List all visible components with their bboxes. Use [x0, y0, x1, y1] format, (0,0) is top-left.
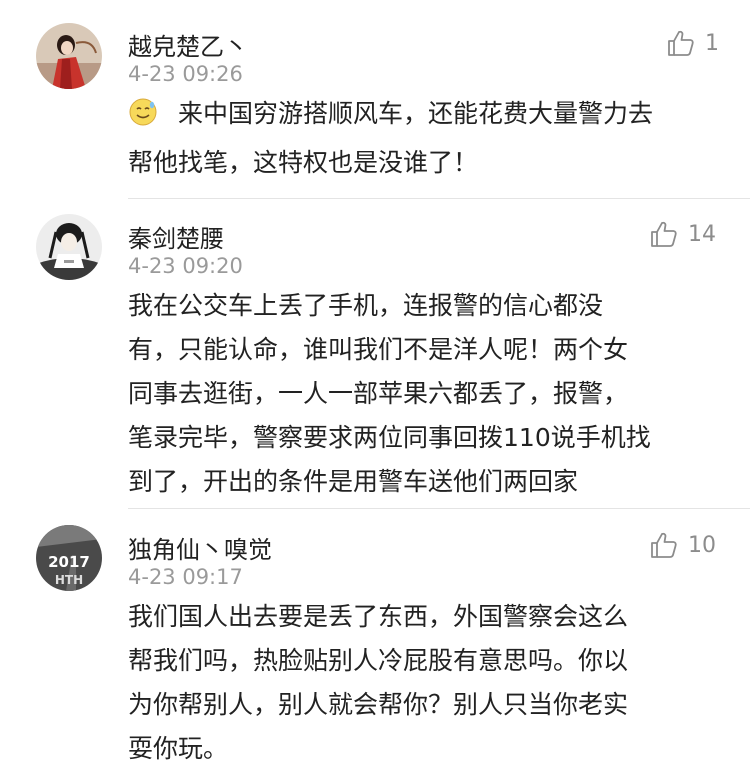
comment-line: 为你帮别人，别人就会帮你？别人只当你老实 [128, 690, 629, 719]
username[interactable]: 独角仙丶嗅觉 [128, 530, 272, 565]
comment-item: 2017 HTH 独角仙丶嗅觉 4-23 09:17 10 我们国人出去要是丢了… [0, 508, 750, 774]
comment-line: 到了，开出的条件是用警车送他们两回家 [128, 467, 579, 496]
like-button[interactable]: 1 [667, 29, 719, 57]
timestamp: 4-23 09:26 [128, 62, 243, 86]
comment-text: 来中国穷游搭顺风车，还能花费大量警力去 帮他找笔，这特权也是没谁了！ [128, 92, 728, 185]
thumbs-up-icon [651, 221, 677, 247]
like-button[interactable]: 14 [650, 220, 716, 248]
comment-line: 我们国人出去要是丢了东西，外国警察会这么 [128, 602, 629, 631]
like-count: 10 [688, 532, 716, 558]
comment-line: 同事去逛街，一人一部苹果六都丢了，报警， [128, 379, 629, 408]
like-count: 1 [705, 30, 719, 56]
like-button[interactable]: 10 [650, 531, 716, 559]
timestamp: 4-23 09:20 [128, 254, 243, 278]
avatar[interactable] [36, 214, 102, 280]
comment-text: 我们国人出去要是丢了东西，外国警察会这么 帮我们吗，热脸贴别人冷屁股有意思吗。你… [128, 595, 728, 771]
comment-line: 我在公交车上丢了手机，连报警的信心都没 [128, 291, 604, 320]
comment-line-text: 来中国穷游搭顺风车，还能花费大量警力去 [178, 99, 654, 128]
comment-text: 我在公交车上丢了手机，连报警的信心都没 有，只能认命，谁叫我们不是洋人呢！两个女… [128, 284, 728, 504]
username[interactable]: 越皃楚乙丶 [128, 27, 248, 62]
thumbs-up-icon [651, 532, 677, 558]
thumbs-up-icon [668, 30, 694, 56]
avatar-text: 2017 [48, 553, 90, 571]
comment-item: 越皃楚乙丶 4-23 09:26 1 来中国穷游搭顺风车，还能花费大量警力去 帮… [0, 0, 750, 198]
comment-line: 笔录完毕，警察要求两位同事回拨110说手机找 [128, 423, 651, 452]
comment-line: 来中国穷游搭顺风车，还能花费大量警力去 [128, 92, 728, 141]
avatar[interactable] [36, 23, 102, 89]
username[interactable]: 秦剑楚腰 [128, 219, 224, 254]
comment-line: 有，只能认命，谁叫我们不是洋人呢！两个女 [128, 335, 629, 364]
comment-line: 帮他找笔，这特权也是没谁了！ [128, 148, 479, 177]
comment-line: 耍你玩。 [128, 734, 229, 763]
sweat-smile-emoji-icon [128, 97, 158, 141]
comment-line: 帮我们吗，热脸贴别人冷屁股有意思吗。你以 [128, 646, 629, 675]
timestamp: 4-23 09:17 [128, 565, 243, 589]
comment-item: 秦剑楚腰 4-23 09:20 14 我在公交车上丢了手机，连报警的信心都没 有… [0, 198, 750, 508]
like-count: 14 [688, 221, 716, 247]
avatar-text: HTH [55, 573, 83, 587]
avatar[interactable]: 2017 HTH [36, 525, 102, 591]
